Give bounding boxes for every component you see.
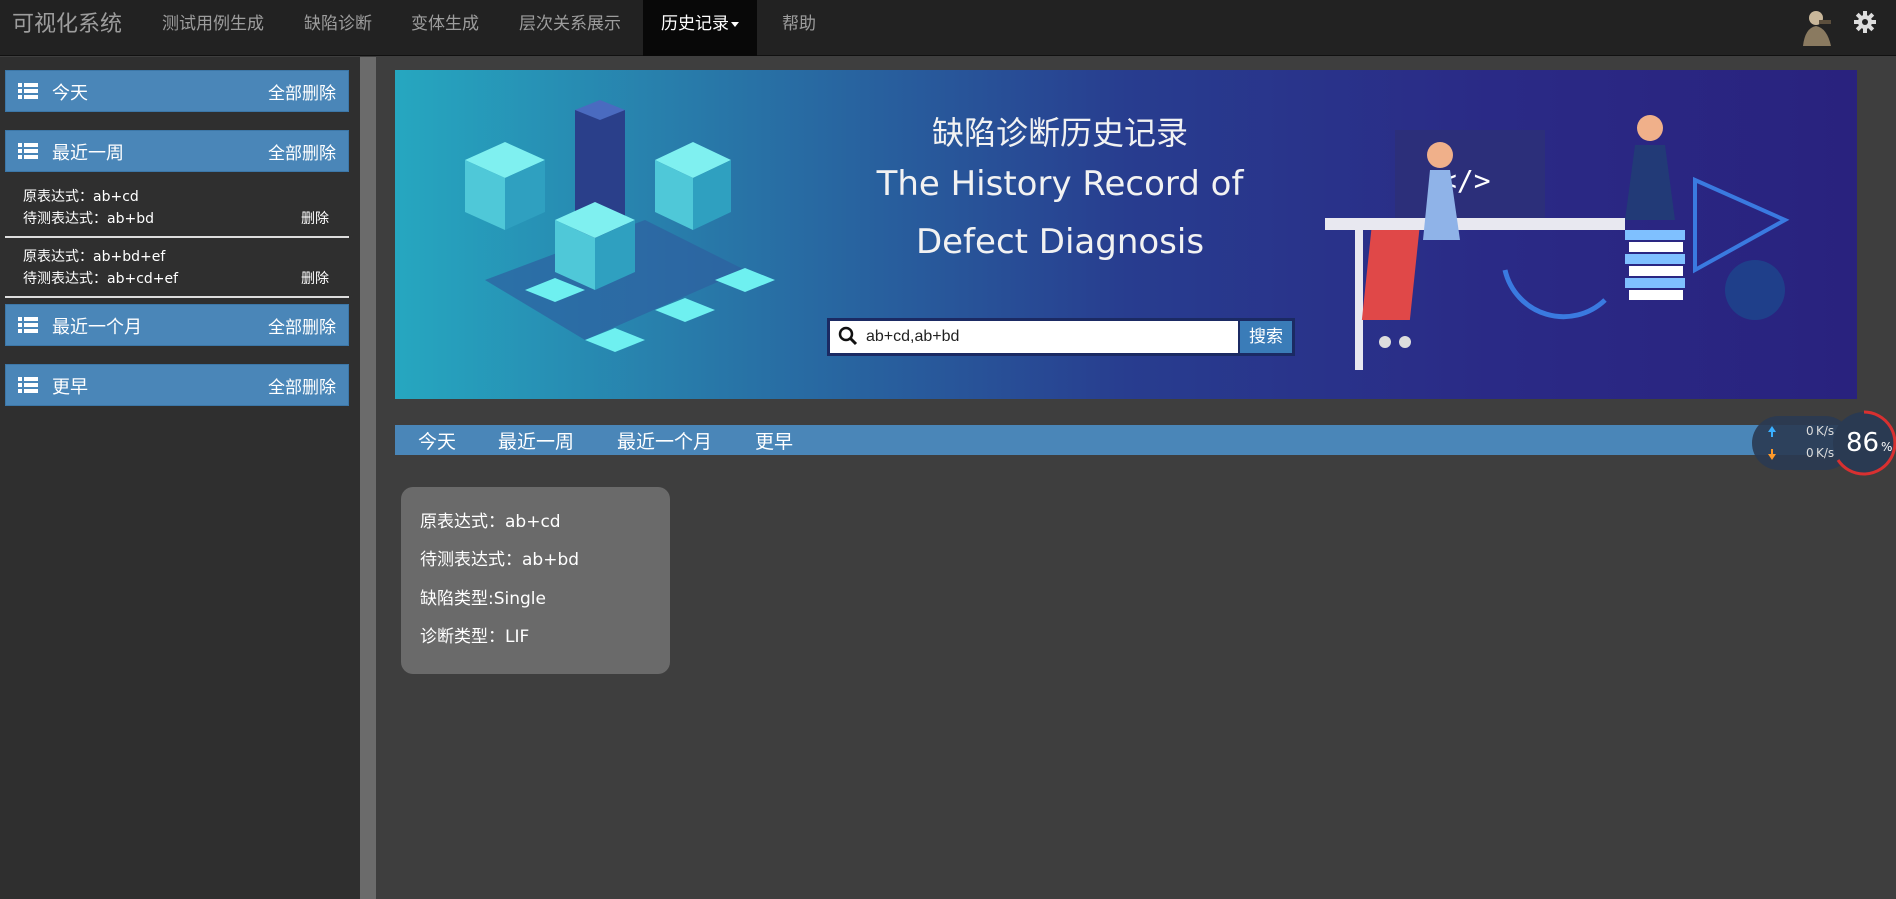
section-earlier[interactable]: 更早 全部删除 [5, 364, 349, 406]
people-working-illustration: </> [1325, 115, 1790, 370]
caret-down-icon [731, 21, 739, 27]
search-icon [838, 326, 858, 346]
delete-all-button[interactable]: 全部删除 [268, 79, 336, 104]
delete-button[interactable]: 删除 [301, 208, 329, 228]
percent-sign: % [1881, 440, 1893, 454]
tested-expression: 待测表达式：ab+bd [23, 211, 154, 227]
delete-all-button[interactable]: 全部删除 [268, 373, 336, 398]
network-speed-widget[interactable]: 0 K/s 0 K/s 86 % [1752, 410, 1896, 476]
section-last-month[interactable]: 最近一个月 全部删除 [5, 304, 349, 346]
tab-last-month[interactable]: 最近一个月 [617, 427, 712, 454]
list-icon [18, 143, 38, 159]
brand-title[interactable]: 可视化系统 [12, 0, 122, 50]
tested-expression: 待测表达式：ab+cd+ef [23, 271, 179, 287]
original-expression: 原表达式：ab+cd [23, 189, 139, 205]
history-item[interactable]: 原表达式：ab+bd+ef 待测表达式：ab+cd+ef 删除 [5, 240, 349, 298]
nav-help[interactable]: 帮助 [782, 0, 816, 50]
nav-variant-generation[interactable]: 变体生成 [411, 0, 479, 50]
sidebar-scrollbar[interactable] [360, 57, 376, 899]
tab-today[interactable]: 今天 [418, 427, 456, 454]
original-expression: 原表达式：ab+bd+ef [23, 249, 166, 265]
history-record-card[interactable]: 原表达式：ab+cd 待测表达式：ab+bd 缺陷类型:Single 诊断类型：… [401, 487, 670, 674]
search-input[interactable] [866, 323, 1236, 351]
nav-history-label: 历史记录 [661, 14, 729, 34]
gear-icon[interactable] [1853, 10, 1877, 34]
delete-button[interactable]: 删除 [301, 268, 329, 288]
list-icon [18, 83, 38, 99]
list-icon [18, 377, 38, 393]
section-title: 今天 [52, 83, 88, 104]
nav-hierarchy-display[interactable]: 层次关系展示 [519, 0, 621, 50]
section-last-week[interactable]: 最近一周 全部删除 [5, 130, 349, 172]
section-title: 最近一周 [52, 143, 124, 164]
download-unit: K/s [1816, 446, 1835, 460]
history-item[interactable]: 原表达式：ab+cd 待测表达式：ab+bd 删除 [5, 180, 349, 238]
memory-percent: 86 [1846, 428, 1880, 458]
section-title: 更早 [52, 377, 88, 398]
search-bar: 搜索 [827, 318, 1295, 356]
original-expression: 原表达式：ab+cd [420, 512, 561, 532]
list-icon [18, 317, 38, 333]
tab-earlier[interactable]: 更早 [755, 427, 793, 454]
delete-all-button[interactable]: 全部删除 [268, 313, 336, 338]
tab-last-week[interactable]: 最近一周 [498, 427, 574, 454]
top-navbar: 可视化系统 测试用例生成 缺陷诊断 变体生成 层次关系展示 历史记录 帮助 [0, 0, 1896, 56]
nav-test-case-generation[interactable]: 测试用例生成 [162, 0, 264, 50]
time-range-tabs: 今天 最近一周 最近一个月 更早 [395, 425, 1857, 455]
section-today[interactable]: 今天 全部删除 [5, 70, 349, 112]
defect-type: 缺陷类型:Single [420, 589, 546, 609]
section-title: 最近一个月 [52, 317, 142, 338]
user-avatar[interactable] [1797, 6, 1837, 46]
nav-history-dropdown[interactable]: 历史记录 [643, 0, 757, 56]
delete-all-button[interactable]: 全部删除 [268, 139, 336, 164]
search-button[interactable]: 搜索 [1238, 321, 1292, 353]
history-banner: 缺陷诊断历史记录 The History Record of Defect Di… [395, 70, 1857, 399]
tested-expression: 待测表达式：ab+bd [420, 550, 580, 570]
upload-unit: K/s [1816, 424, 1835, 438]
upload-speed: 0 [1806, 424, 1814, 438]
download-speed: 0 [1806, 446, 1814, 460]
diagnosis-type: 诊断类型：LIF [420, 627, 530, 647]
nav-defect-diagnosis[interactable]: 缺陷诊断 [304, 0, 372, 50]
